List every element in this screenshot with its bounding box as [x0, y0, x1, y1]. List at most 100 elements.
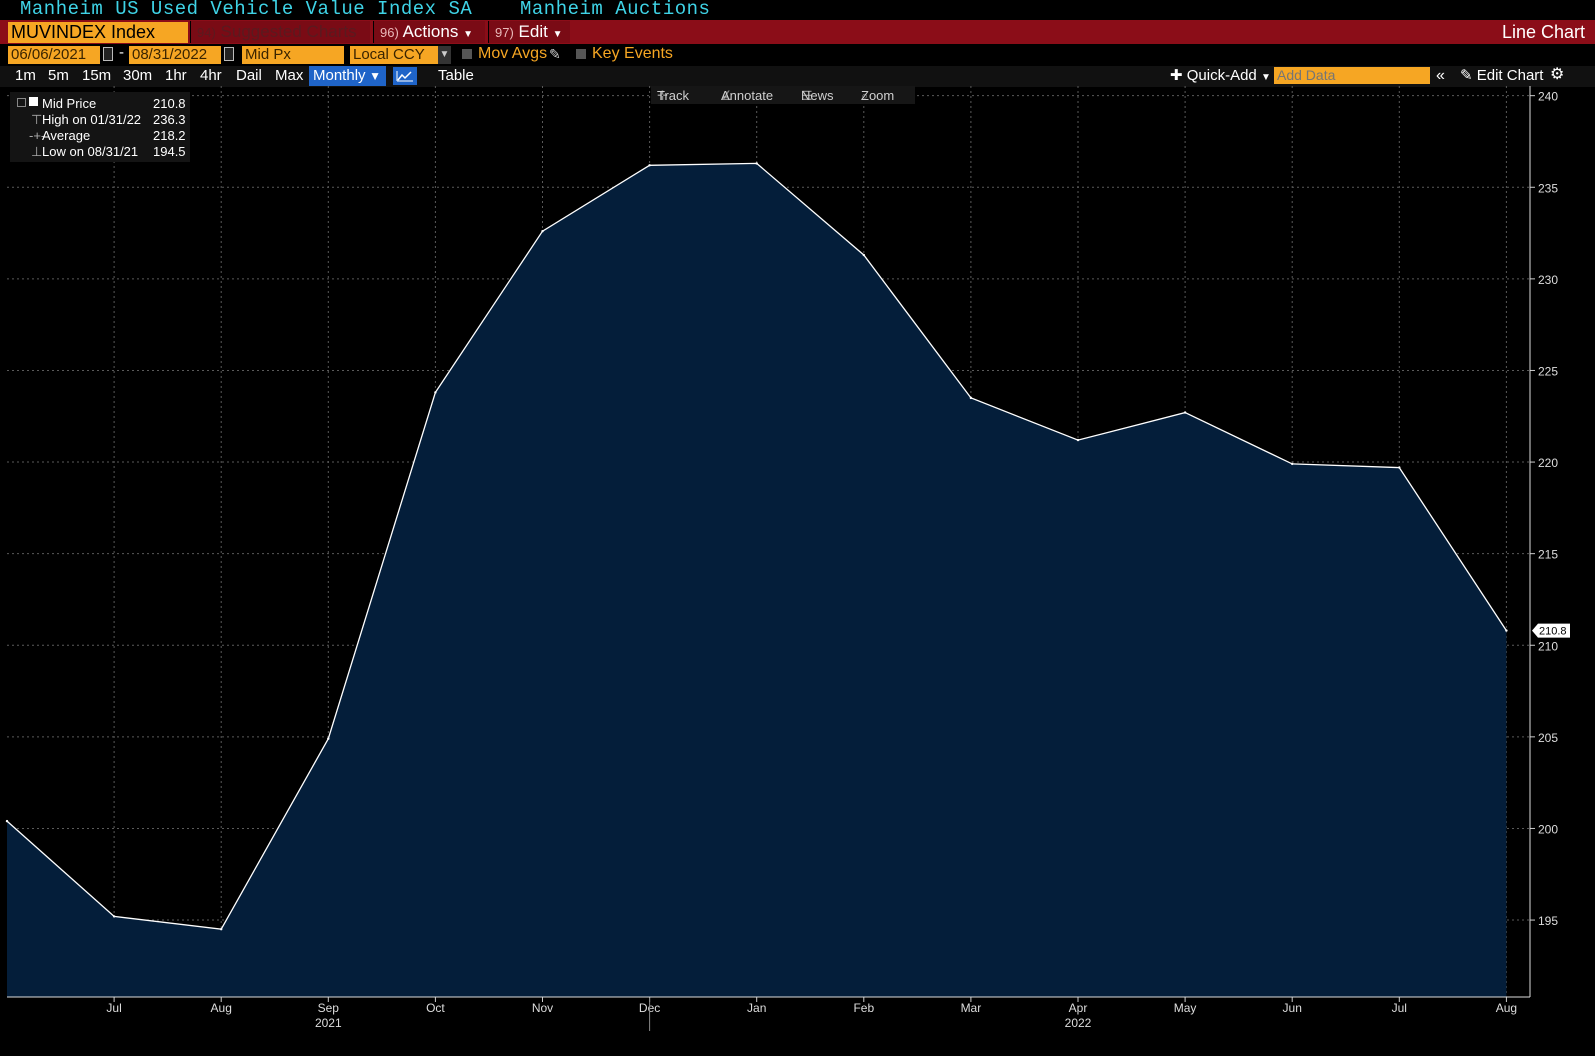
freq-15m[interactable]: 15m — [82, 66, 111, 86]
data-point — [220, 928, 223, 931]
key-events-checkbox[interactable] — [576, 49, 586, 59]
legend-series-name: Mid Price — [42, 96, 97, 111]
currency-selector[interactable]: Local CCY — [350, 46, 438, 64]
x-tick-label: Oct — [426, 1001, 445, 1015]
freq-1m[interactable]: 1m — [15, 66, 36, 86]
line-chart-icon[interactable] — [393, 67, 417, 85]
series-swatch — [29, 97, 38, 106]
quick-add-label: Quick-Add — [1186, 67, 1257, 84]
start-date-field[interactable]: 06/06/2021 — [8, 46, 100, 64]
suggested-charts-number: 94) — [197, 25, 216, 40]
pencil-icon: ✎ — [1460, 67, 1473, 84]
field-selector[interactable]: Mid Px — [242, 46, 344, 64]
collapse-box-icon[interactable] — [17, 98, 26, 107]
series-area-fill — [7, 163, 1507, 997]
key-events-label: Key Events — [592, 45, 673, 62]
table-button[interactable]: Table — [438, 66, 474, 86]
x-tick-label: Apr — [1069, 1001, 1088, 1015]
data-point — [327, 737, 330, 740]
freq-5m[interactable]: 5m — [48, 66, 69, 86]
low-marker-icon: ⊥ — [31, 144, 43, 159]
y-tick-label: 225 — [1538, 364, 1558, 378]
calendar-icon[interactable] — [224, 47, 234, 61]
data-point — [434, 391, 437, 394]
legend-last-value: 210.8 — [153, 96, 186, 111]
freq-4hr[interactable]: 4hr — [200, 66, 222, 86]
legend-high-value: 236.3 — [153, 112, 186, 127]
freq-max[interactable]: Max — [275, 66, 303, 86]
plus-icon: ✚ — [1170, 67, 1183, 84]
x-tick-label: May — [1174, 1001, 1197, 1015]
y-tick-label: 215 — [1538, 548, 1558, 562]
date-separator: - — [119, 44, 124, 61]
x-tick-label: Feb — [853, 1001, 874, 1015]
high-marker-icon: ⊤ — [31, 112, 43, 127]
chevron-down-icon[interactable]: ▼ — [438, 46, 451, 64]
legend-low-value: 194.5 — [153, 144, 186, 159]
x-year-label: 2021 — [315, 1016, 342, 1030]
actions-label: Actions — [402, 22, 459, 41]
legend-average-label: Average — [42, 128, 91, 143]
add-data-input[interactable] — [1274, 67, 1430, 84]
news-label: News — [801, 88, 834, 103]
y-tick-label: 205 — [1538, 731, 1558, 745]
chart-legend: Mid Price 210.8 ⊤ High on 01/31/22 236.3… — [10, 92, 190, 162]
edit-chart-label: Edit Chart — [1476, 67, 1544, 84]
y-tick-label: 220 — [1538, 456, 1558, 470]
x-tick-label: Aug — [211, 1001, 232, 1015]
suggested-charts-button[interactable]: 94) Suggested Charts — [190, 21, 370, 43]
data-point — [1505, 629, 1508, 632]
caret-down-icon: ▼ — [552, 29, 563, 40]
calendar-icon[interactable] — [103, 47, 113, 61]
x-tick-label: Aug — [1496, 1001, 1517, 1015]
freq-daily[interactable]: Dail — [236, 66, 262, 86]
caret-down-icon: ▼ — [463, 29, 473, 40]
end-date-field[interactable]: 08/31/2022 — [129, 46, 221, 64]
y-tick-label: 230 — [1538, 273, 1558, 287]
quick-add-button[interactable]: ✚ Quick-Add ▼ — [1170, 66, 1271, 88]
x-tick-label: Jan — [747, 1001, 766, 1015]
x-tick-label: Jul — [106, 1001, 121, 1015]
mov-avgs-label: Mov Avgs — [478, 45, 548, 62]
data-point — [862, 253, 865, 257]
x-tick-label: Jun — [1283, 1001, 1302, 1015]
last-value-label: 210.8 — [1539, 626, 1567, 638]
caret-down-icon: ▼ — [369, 69, 381, 83]
y-tick-label: 210 — [1538, 639, 1558, 653]
pencil-icon[interactable]: ✎ — [549, 44, 561, 64]
x-axis: Jul Aug Sep Oct Nov Dec Jan Feb Mar Apr May Jun Jul A… — [7, 996, 1530, 1031]
data-point — [1183, 411, 1187, 414]
data-point — [541, 230, 544, 233]
legend-high-label: High on 01/31/22 — [42, 112, 142, 127]
data-point — [969, 396, 973, 400]
freq-monthly-selected[interactable]: Monthly ▼ — [309, 66, 386, 86]
chart-area[interactable]: Jul Aug Sep Oct Nov Dec Jan Feb Mar Apr May Jun Jul A… — [0, 86, 1595, 1056]
y-tick-label: 235 — [1538, 181, 1558, 195]
freq-monthly-label: Monthly — [313, 67, 366, 84]
edit-button[interactable]: 97) Edit ▼ — [488, 21, 570, 43]
suggested-charts-label: Suggested Charts — [220, 22, 357, 41]
edit-label: Edit — [518, 22, 548, 41]
title-bar: Manheim US Used Vehicle Value Index SA M… — [0, 0, 1595, 20]
x-tick-label: Mar — [961, 1001, 982, 1015]
data-point — [112, 915, 116, 918]
edit-chart-button[interactable]: ✎ Edit Chart — [1460, 66, 1543, 86]
freq-1hr[interactable]: 1hr — [165, 66, 187, 86]
data-point — [755, 162, 758, 165]
chart-source: Manheim Auctions — [520, 0, 711, 20]
collapse-icon[interactable]: « — [1436, 66, 1445, 86]
freq-30m[interactable]: 30m — [123, 66, 152, 86]
data-point — [1291, 462, 1294, 466]
legend-low-label: Low on 08/31/21 — [42, 144, 139, 159]
y-tick-label: 240 — [1538, 90, 1558, 104]
gear-icon[interactable]: ⚙ — [1550, 65, 1564, 85]
actions-button[interactable]: 96) Actions ▼ — [373, 21, 485, 43]
last-value-tag: 210.8 — [1532, 623, 1570, 638]
legend-average-value: 218.2 — [153, 128, 186, 143]
data-point — [1398, 466, 1401, 469]
mov-avgs-checkbox[interactable] — [462, 49, 472, 59]
data-point — [648, 164, 651, 167]
x-year-label: 2022 — [1065, 1016, 1092, 1030]
x-tick-label: Jul — [1392, 1001, 1407, 1015]
ticker-field[interactable]: MUVINDEX Index — [8, 22, 188, 43]
